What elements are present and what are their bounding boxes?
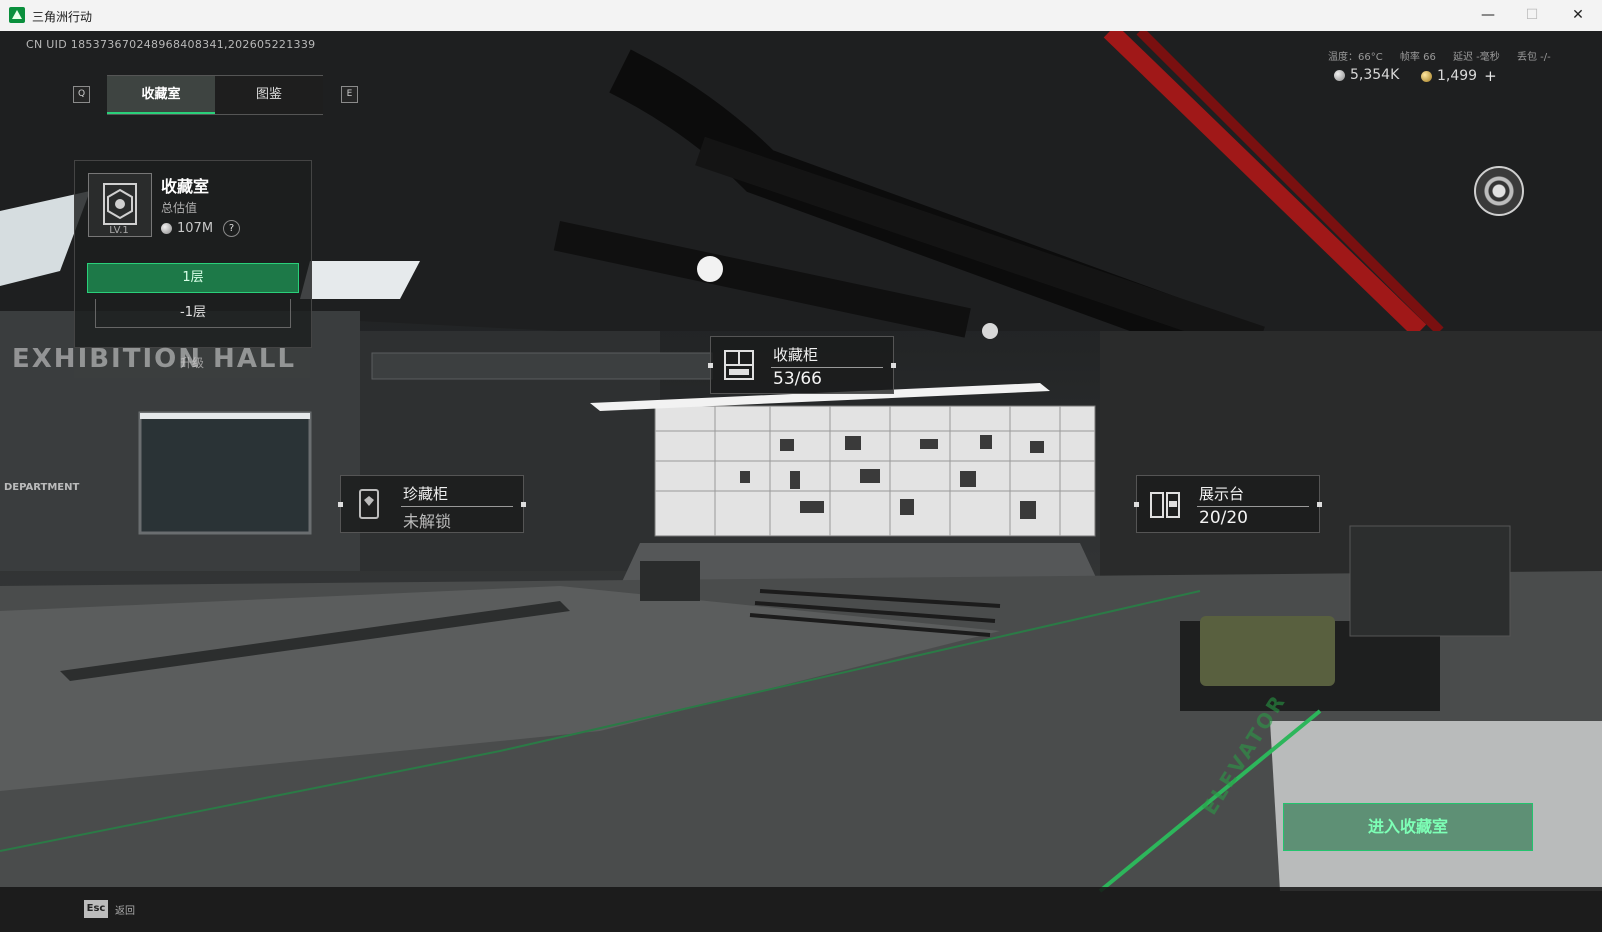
total-value-amount: 107M: [177, 221, 214, 236]
gold-currency: 1,499 +: [1421, 67, 1497, 85]
bottom-bar: [0, 887, 1602, 932]
fps-stat: 帧率 66: [1399, 52, 1436, 63]
app-logo-icon: [9, 7, 25, 23]
vault-icon: [103, 183, 137, 225]
display-stand-count: 20/20: [1199, 508, 1248, 528]
collection-cabinet-tag[interactable]: 收藏柜 53/66: [708, 336, 896, 394]
total-value: 107M ?: [161, 220, 241, 237]
silver-coin-icon: [161, 223, 172, 234]
cabinet-count: 53/66: [773, 369, 822, 389]
silver-amount: 5,354K: [1350, 67, 1400, 83]
add-currency-button[interactable]: +: [1484, 67, 1497, 85]
player-uid: CN UID 18537367024896840834​1,2026052213…: [26, 38, 316, 51]
collection-room-panel: LV.1 收藏室 总估值 107M ? 1层 -1层: [74, 160, 312, 348]
exhibition-hall-sign: EXHIBITION HALL: [12, 344, 297, 374]
display-stand-tag[interactable]: 展示台 20/20: [1134, 475, 1322, 533]
packet-loss-stat: 丢包 -/-: [1516, 52, 1551, 63]
maximize-button[interactable]: ☐: [1510, 0, 1554, 31]
total-value-label: 总估值: [161, 201, 198, 215]
floor-minus-1-button[interactable]: -1层: [95, 299, 291, 328]
silver-currency: 5,354K: [1334, 67, 1399, 83]
enter-collection-room-button[interactable]: 进入收藏室: [1283, 803, 1533, 851]
floor-1-button[interactable]: 1层: [87, 263, 299, 293]
window-title-bar: 三角洲行动 — ☐ ✕: [0, 0, 1602, 32]
cabinet-icon: [724, 350, 754, 380]
display-stand-name: 展示台: [1199, 485, 1245, 503]
close-button[interactable]: ✕: [1556, 0, 1600, 31]
help-icon[interactable]: ?: [223, 220, 241, 237]
rare-cabinet-icon: [359, 489, 379, 519]
silver-coin-icon: [1334, 69, 1345, 81]
tab-collection-room[interactable]: 收藏室: [107, 76, 215, 114]
room-level: LV.1: [109, 225, 129, 236]
cabinet-name: 收藏柜: [773, 346, 819, 364]
tab-codex[interactable]: 图鉴: [215, 76, 323, 114]
latency-stat: 延迟 -毫秒: [1453, 52, 1500, 63]
rare-cabinet-name: 珍藏柜: [403, 485, 449, 503]
scan-view-button[interactable]: [1474, 166, 1524, 216]
gold-amount: 1,499: [1437, 68, 1478, 84]
temperature-stat: 温度：66°C: [1328, 52, 1383, 63]
panel-title: 收藏室: [161, 177, 210, 196]
key-hint-q[interactable]: Q: [73, 86, 90, 103]
department-sign: DEPARTMENT: [4, 482, 80, 493]
performance-stats: 温度：66°C 帧率 66 延迟 -毫秒 丢包 -/-: [1328, 48, 1565, 63]
window-title: 三角洲行动: [32, 10, 93, 24]
display-stand-icon: [1150, 492, 1180, 518]
rare-cabinet-status: 未解锁: [403, 512, 452, 531]
minimize-button[interactable]: —: [1466, 0, 1510, 31]
gold-coin-icon: [1421, 70, 1432, 82]
tab-bar: 收藏室 图鉴: [107, 75, 323, 115]
key-hint-e[interactable]: E: [341, 86, 358, 103]
back-label[interactable]: 返回: [115, 902, 135, 917]
esc-key-hint[interactable]: Esc: [84, 900, 108, 918]
rare-cabinet-tag[interactable]: 珍藏柜 未解锁: [338, 475, 526, 533]
